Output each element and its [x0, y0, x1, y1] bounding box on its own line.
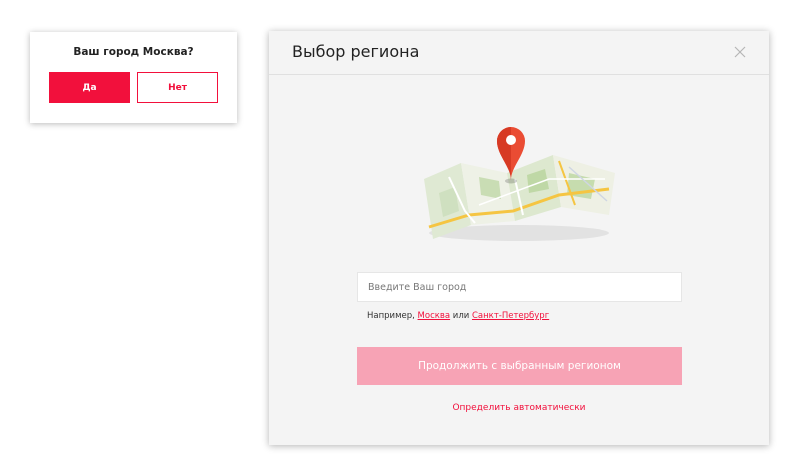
region-modal: Выбор региона Введите Ваш город Например…	[269, 31, 769, 445]
modal-header: Выбор региона	[269, 31, 769, 75]
auto-detect-link[interactable]: Определить автоматически	[269, 403, 769, 413]
city-confirm-question: Ваш город Москва?	[73, 46, 194, 58]
example-prefix: Например,	[367, 311, 415, 321]
example-cities: Например, Москва или Санкт-Петербург	[367, 311, 549, 321]
example-separator: или	[452, 311, 470, 321]
confirm-no-button[interactable]: Нет	[137, 72, 218, 103]
map-pin-icon	[419, 115, 619, 245]
continue-button[interactable]: Продолжить с выбранным регионом	[357, 347, 682, 385]
confirm-yes-button[interactable]: Да	[49, 72, 130, 103]
example-link-moscow[interactable]: Москва	[418, 311, 451, 321]
example-link-spb[interactable]: Санкт-Петербург	[472, 311, 549, 321]
city-confirm-popup: Ваш город Москва? Да Нет	[30, 32, 237, 123]
close-icon[interactable]	[732, 44, 748, 60]
modal-title: Выбор региона	[292, 42, 420, 61]
city-search-input[interactable]	[357, 272, 682, 302]
